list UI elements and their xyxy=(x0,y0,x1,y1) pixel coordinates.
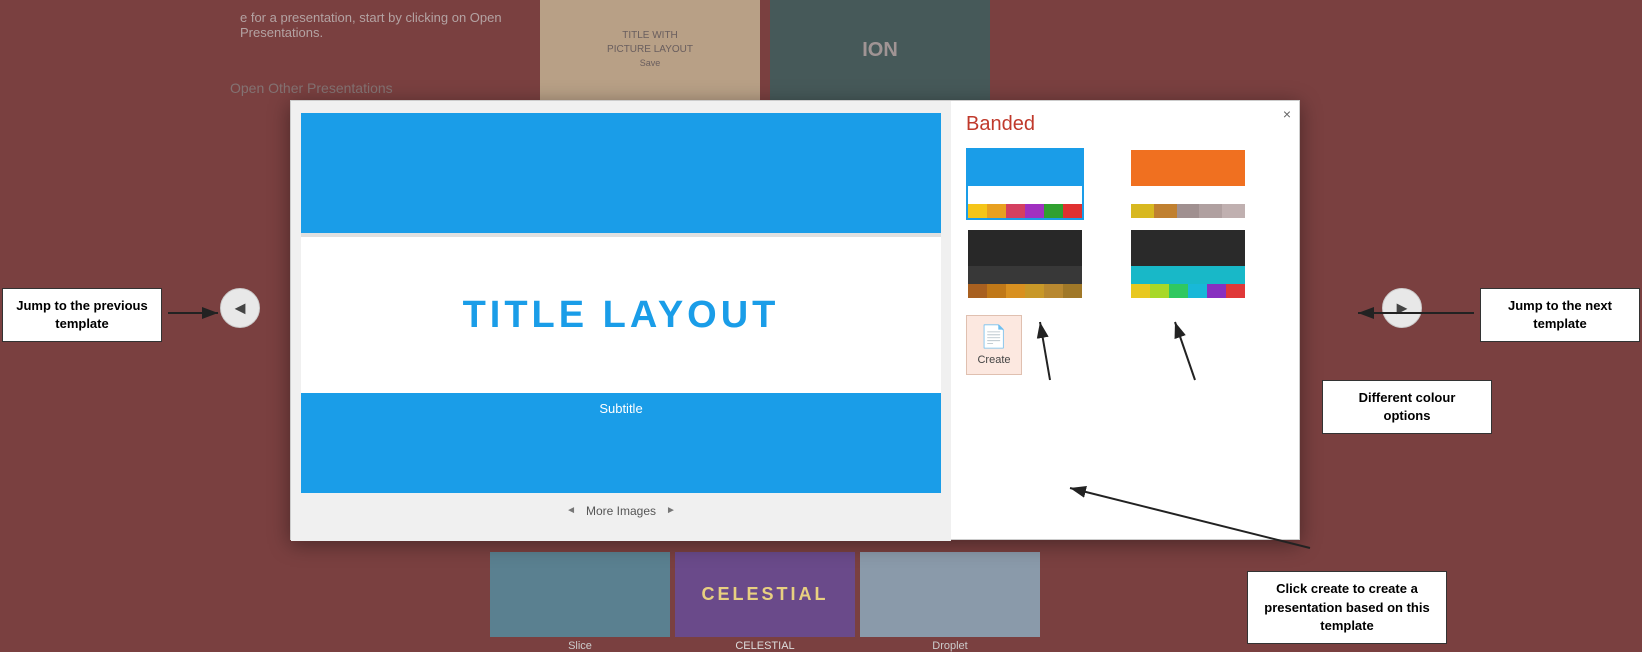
bg-top-thumbs: TITLE WITHPICTURE LAYOUTSave ION xyxy=(540,0,990,100)
create-label: Create xyxy=(977,354,1010,366)
slide-title: TITLE LAYOUT xyxy=(463,294,780,337)
callout-create-text: Click create to create a presentation ba… xyxy=(1264,581,1429,632)
callout-colors: Different colour options xyxy=(1322,380,1492,434)
next-arrow-icon: ► xyxy=(1393,298,1411,319)
callout-next-text: Jump to the next template xyxy=(1508,298,1612,331)
create-button[interactable]: 📄 Create xyxy=(966,315,1022,375)
options-area: Banded xyxy=(951,101,1299,541)
preview-area: TITLE LAYOUT Subtitle ◄ More Images ► xyxy=(291,101,951,541)
prev-arrow-icon: ◄ xyxy=(231,298,249,319)
more-images-bar: ◄ More Images ► xyxy=(291,493,951,528)
swatch-orange[interactable] xyxy=(1129,148,1247,220)
next-template-button[interactable]: ► xyxy=(1382,288,1422,328)
bg-top-text: e for a presentation, start by clicking … xyxy=(230,0,512,50)
slide-bottom-band: Subtitle xyxy=(301,393,941,493)
callout-prev-text: Jump to the previous template xyxy=(16,298,147,331)
bg-thumb-droplet: Droplet xyxy=(860,552,1040,652)
callout-create: Click create to create a presentation ba… xyxy=(1247,571,1447,644)
swatch-blue[interactable] xyxy=(966,148,1084,220)
bg-thumb-slice: Slice xyxy=(490,552,670,652)
swatch-dark[interactable] xyxy=(966,228,1084,300)
bg-open-link: Open Other Presentations xyxy=(230,80,393,96)
bg-thumb-title: TITLE WITHPICTURE LAYOUTSave xyxy=(540,0,760,100)
template-name: Banded xyxy=(966,113,1284,136)
bg-bottom-thumbs: Slice CELESTIAL CELESTIAL Droplet xyxy=(490,542,1040,652)
prev-template-button[interactable]: ◄ xyxy=(220,288,260,328)
callout-colors-text: Different colour options xyxy=(1359,390,1456,423)
slide-top-band xyxy=(301,113,941,233)
document-icon: 📄 xyxy=(980,324,1007,350)
swatch-dark-cyan[interactable] xyxy=(1129,228,1247,300)
callout-prev-template: Jump to the previous template xyxy=(2,288,162,342)
create-area: 📄 Create xyxy=(966,315,1284,375)
slide-subtitle: Subtitle xyxy=(599,401,642,416)
slide-middle: TITLE LAYOUT xyxy=(301,233,941,393)
bg-thumb-celestial: CELESTIAL CELESTIAL xyxy=(675,552,855,652)
more-images-label: More Images xyxy=(586,504,656,518)
slide-preview: TITLE LAYOUT Subtitle xyxy=(301,113,941,493)
callout-next-template: Jump to the next template xyxy=(1480,288,1640,342)
prev-image-arrow[interactable]: ◄ xyxy=(566,505,576,516)
bg-thumb-ion: ION xyxy=(770,0,990,100)
next-image-arrow[interactable]: ► xyxy=(666,505,676,516)
template-dialog: × TITLE LAYOUT Subtitle ◄ More Images ► … xyxy=(290,100,1300,540)
color-swatches xyxy=(966,148,1284,300)
